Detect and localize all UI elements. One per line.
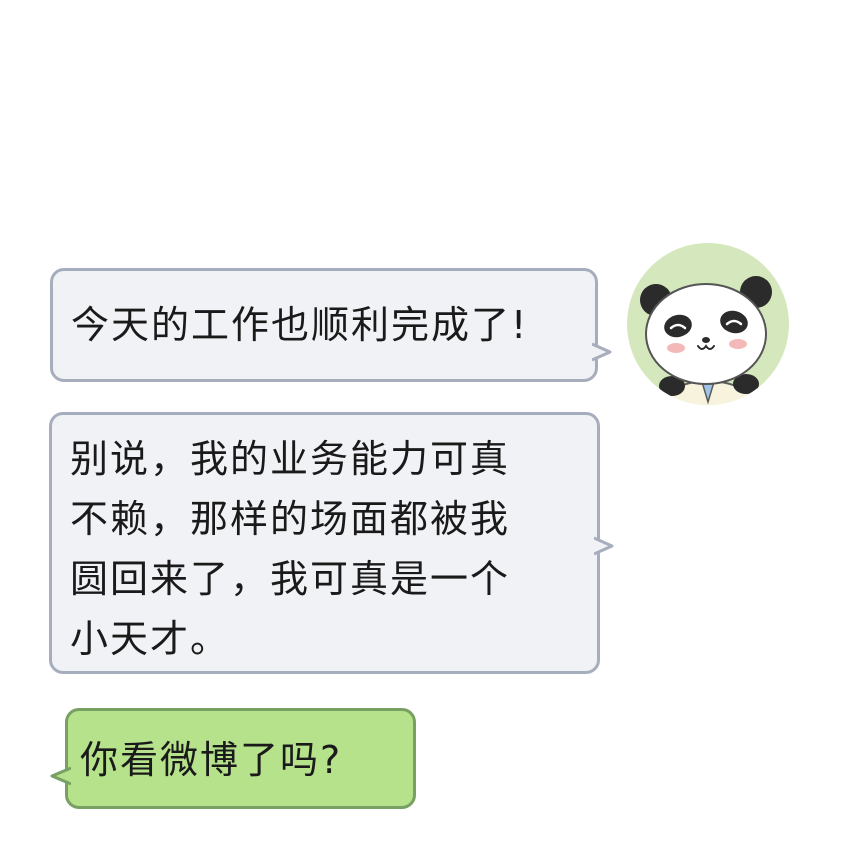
- bubble-tail-left-icon: [50, 766, 71, 786]
- bubble-tail-right-icon: [592, 342, 612, 362]
- message-line-1: 别说，我的业务能力可真: [70, 437, 511, 481]
- message-text-1: 今天的工作也顺利完成了!: [71, 303, 529, 347]
- message-line-4: 小天才。: [70, 617, 231, 661]
- message-text-3: 你看微博了吗?: [80, 738, 343, 782]
- bubble-tail-right-icon: [594, 536, 614, 556]
- message-bubble-1: 今天的工作也顺利完成了!: [50, 268, 612, 382]
- message-line-2: 不赖，那样的场面都被我: [70, 497, 511, 541]
- chat-scene: 今天的工作也顺利完成了! 别说，我的业务能力可真 不赖，那样的场面都被我 圆回来…: [0, 0, 850, 854]
- message-bubble-2: 别说，我的业务能力可真 不赖，那样的场面都被我 圆回来了，我可真是一个 小天才。: [49, 412, 614, 674]
- message-line-3: 圆回来了，我可真是一个: [70, 557, 511, 601]
- panda-avatar-icon: [627, 243, 789, 405]
- message-bubble-3: 你看微博了吗?: [50, 708, 416, 809]
